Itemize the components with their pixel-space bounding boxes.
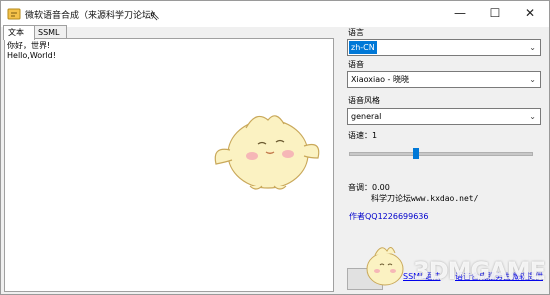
style-label: 语音风格 (348, 96, 380, 105)
tab-text[interactable]: 文本 (3, 25, 35, 40)
watermark-logo: 3DMGAME (413, 257, 546, 285)
voice-label: 语音 (348, 60, 364, 69)
author-credit: 作者QQ1226699636 (349, 212, 429, 221)
app-icon (7, 8, 21, 20)
style-select[interactable]: general ⌄ (347, 108, 541, 125)
language-select[interactable]: zh-CN ⌄ (347, 39, 541, 56)
speed-slider-track[interactable] (349, 152, 533, 156)
chevron-down-icon: ⌄ (529, 112, 536, 121)
language-label: 语言 (348, 28, 364, 37)
chevron-down-icon: ⌄ (529, 75, 536, 84)
maximize-button[interactable]: ☐ (478, 1, 512, 25)
editor-content[interactable]: 你好，世界! Hello,World! (7, 41, 56, 61)
splitter-handle[interactable] (335, 38, 340, 290)
style-value: general (351, 112, 382, 121)
chevron-down-icon: ⌄ (529, 43, 536, 52)
window-title: 微软语音合成（来源科学刀论坛） (25, 11, 161, 21)
site-credit: 科学刀论坛www.kxdao.net/ (371, 194, 479, 203)
voice-value: Xiaoxiao - 晓晓 (351, 75, 409, 84)
pitch-label: 音调：0.00 (348, 183, 390, 192)
app-window: 微软语音合成（来源科学刀论坛） ⇖ — ☐ ✕ 文本 SSML 你好，世界! H… (0, 0, 550, 295)
speed-label: 语速：1 (348, 131, 378, 140)
tab-ssml[interactable]: SSML (33, 25, 67, 39)
title-bar[interactable]: 微软语音合成（来源科学刀论坛） ⇖ — ☐ ✕ (1, 1, 549, 27)
mascot-illustration (214, 115, 320, 190)
minimize-button[interactable]: — (443, 1, 477, 25)
mascot-small-illustration (366, 247, 404, 286)
mouse-cursor-icon: ⇖ (149, 9, 160, 24)
voice-select[interactable]: Xiaoxiao - 晓晓 ⌄ (347, 71, 541, 88)
speed-slider-thumb[interactable] (413, 148, 420, 159)
close-button[interactable]: ✕ (513, 1, 547, 25)
language-value: zh-CN (349, 41, 377, 54)
